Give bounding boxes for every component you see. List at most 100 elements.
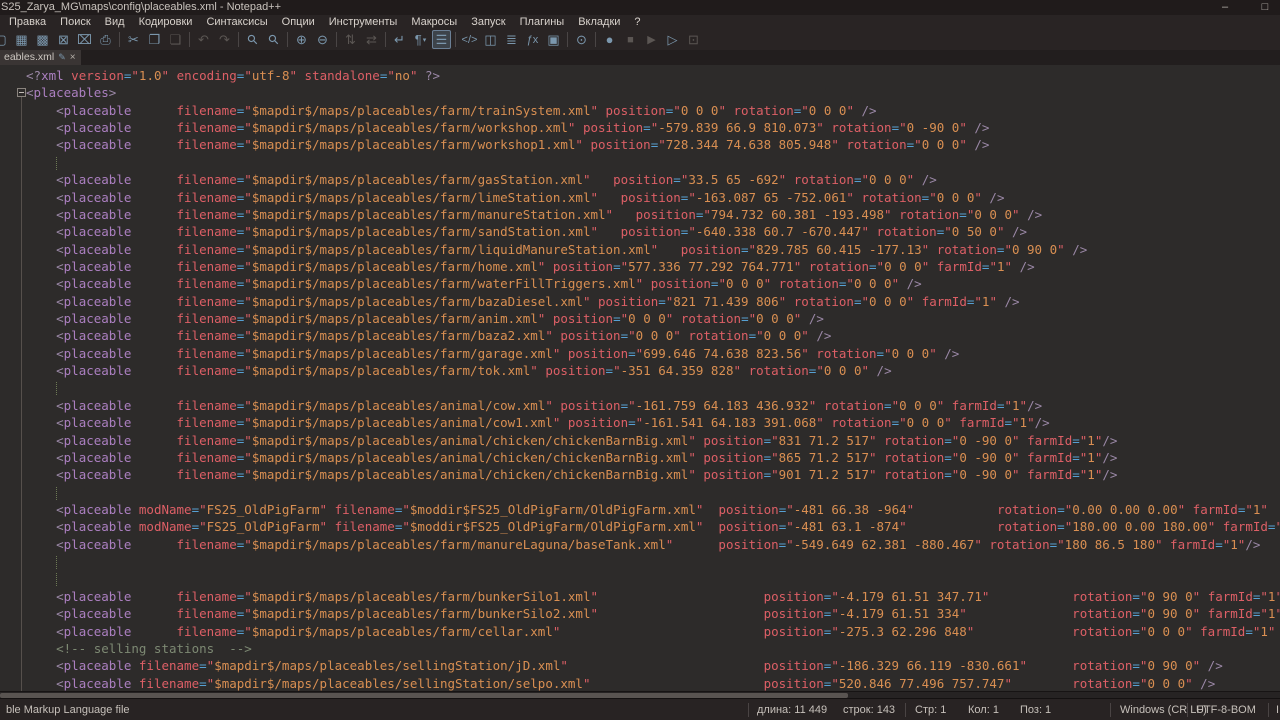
new-file-icon[interactable]: ▢	[0, 30, 10, 49]
code-line[interactable]: <placeable filename="$mapdir$/maps/place…	[26, 623, 1280, 640]
code-line[interactable]: <placeable filename="$mapdir$/maps/place…	[26, 588, 1280, 605]
stop-macro-icon[interactable]: ■	[621, 30, 640, 49]
code-line[interactable]	[26, 379, 1280, 396]
fold-collapse-icon[interactable]	[17, 88, 26, 97]
code-line[interactable]: <placeable filename="$mapdir$/maps/place…	[26, 102, 1280, 119]
cut-icon[interactable]: ✂	[124, 30, 143, 49]
code-line[interactable]: <placeable filename="$mapdir$/maps/place…	[26, 310, 1280, 327]
code-line[interactable]: <placeable filename="$mapdir$/maps/place…	[26, 275, 1280, 292]
code-line[interactable]	[26, 484, 1280, 501]
tab-close-icon[interactable]: ×	[70, 50, 76, 65]
status-encoding[interactable]: UTF-8-BOM	[1196, 699, 1256, 720]
zoom-in-icon[interactable]: ⊕	[292, 30, 311, 49]
code-line[interactable]	[26, 154, 1280, 171]
function-list-icon[interactable]: ƒx	[523, 30, 542, 49]
menu-item-3[interactable]: Кодировки	[132, 15, 200, 29]
tab-bar: eables.xml ✎ ×	[0, 50, 1280, 65]
menu-item-11[interactable]: ?	[627, 15, 647, 29]
tab-placeables-xml[interactable]: eables.xml ✎ ×	[0, 50, 81, 65]
menu-item-10[interactable]: Вкладки	[571, 15, 627, 29]
document-map-icon[interactable]: ◫	[481, 30, 500, 49]
status-eol[interactable]: Windows (CR LF)	[1120, 699, 1207, 720]
copy-icon[interactable]: ❐	[145, 30, 164, 49]
menu-item-6[interactable]: Инструменты	[322, 15, 405, 29]
code-line[interactable]: <placeable filename="$mapdir$/maps/place…	[26, 449, 1280, 466]
code-line[interactable]: <placeable filename="$mapdir$/maps/place…	[26, 293, 1280, 310]
menu-item-7[interactable]: Макросы	[404, 15, 464, 29]
close-tab-icon[interactable]: ⊠	[54, 30, 73, 49]
code-line[interactable]: <placeable filename="$mapdir$/maps/place…	[26, 414, 1280, 431]
toolbar-separator	[119, 32, 120, 47]
indent-guide-icon[interactable]: ☰	[432, 30, 451, 49]
save-icon[interactable]: ▦	[12, 30, 31, 49]
code-line[interactable]: <placeable filename="$mapdir$/maps/place…	[26, 119, 1280, 136]
sync-vertical-scroll-icon[interactable]: ⇅	[341, 30, 360, 49]
undo-icon[interactable]: ↶	[194, 30, 213, 49]
status-bar: ble Markup Language file длина: 11 449 с…	[0, 698, 1280, 720]
replace-icon[interactable]: ⚲	[260, 26, 287, 53]
close-all-tabs-icon[interactable]: ⌧	[75, 30, 94, 49]
toolbar-separator	[287, 32, 288, 47]
code-line[interactable]: <placeable filename="$mapdir$/maps/place…	[26, 362, 1280, 379]
code-line[interactable]: <placeable filename="$mapdir$/maps/place…	[26, 397, 1280, 414]
menu-item-2[interactable]: Вид	[98, 15, 132, 29]
horizontal-scrollbar[interactable]	[0, 691, 1280, 698]
syntax-highlight-icon[interactable]: </>	[460, 30, 479, 49]
code-line[interactable]: <placeable modName="FS25_OldPigFarm" fil…	[26, 518, 1280, 535]
code-line[interactable]: <placeable filename="$mapdir$/maps/place…	[26, 432, 1280, 449]
toolbar-separator	[455, 32, 456, 47]
word-wrap-icon[interactable]: ↵	[390, 30, 409, 49]
code-line[interactable]: <placeable modName="FS25_OldPigFarm" fil…	[26, 501, 1280, 518]
editor-area[interactable]: <?xml version="1.0" encoding="utf-8" sta…	[0, 65, 1280, 691]
save-all-icon[interactable]: ▩	[33, 30, 52, 49]
code-line[interactable]: <placeable filename="$mapdir$/maps/place…	[26, 466, 1280, 483]
show-all-characters-icon[interactable]: ¶▾	[411, 30, 430, 49]
status-col: Кол: 1	[968, 699, 999, 720]
tab-label: eables.xml	[4, 50, 54, 65]
code-line[interactable]: <!-- selling stations -->	[26, 640, 1280, 657]
run-macro-multiple-icon[interactable]: ▷	[663, 30, 682, 49]
menu-item-4[interactable]: Синтаксисы	[199, 15, 274, 29]
code-line[interactable]: <placeable filename="$mapdir$/maps/place…	[26, 327, 1280, 344]
code-line[interactable]: <placeable filename="$mapdir$/maps/place…	[26, 136, 1280, 153]
window-title: S25_Zarya_MG\maps\config\placeables.xml …	[1, 0, 281, 15]
zoom-out-icon[interactable]: ⊖	[313, 30, 332, 49]
sync-horizontal-scroll-icon[interactable]: ⇄	[362, 30, 381, 49]
code-line[interactable]: <placeable filename="$mapdir$/maps/place…	[26, 223, 1280, 240]
status-line: Стр: 1	[915, 699, 946, 720]
code-line[interactable]: <placeable filename="$mapdir$/maps/place…	[26, 675, 1280, 691]
toolbar-separator	[336, 32, 337, 47]
status-length: длина: 11 449	[757, 699, 827, 720]
status-insert-mode[interactable]: I	[1276, 699, 1279, 720]
menu-item-1[interactable]: Поиск	[53, 15, 97, 29]
play-macro-icon[interactable]: ▶	[642, 30, 661, 49]
code-line[interactable]: <placeable filename="$mapdir$/maps/place…	[26, 241, 1280, 258]
menu-item-0[interactable]: Правка	[2, 15, 53, 29]
menu-item-8[interactable]: Запуск	[464, 15, 512, 29]
code-line[interactable]	[26, 570, 1280, 587]
folder-as-workspace-icon[interactable]: ▣	[544, 30, 563, 49]
dropdown-caret-icon[interactable]: ▾	[423, 36, 427, 44]
code-line[interactable]: <placeable filename="$mapdir$/maps/place…	[26, 605, 1280, 622]
maximize-button[interactable]: □	[1250, 0, 1280, 15]
code-line[interactable]	[26, 553, 1280, 570]
document-list-icon[interactable]: ≣	[502, 30, 521, 49]
code-line[interactable]: <placeable filename="$mapdir$/maps/place…	[26, 345, 1280, 362]
code-line[interactable]: <placeable filename="$mapdir$/maps/place…	[26, 189, 1280, 206]
record-macro-icon[interactable]: ●	[600, 30, 619, 49]
code-line[interactable]: <placeable filename="$mapdir$/maps/place…	[26, 258, 1280, 275]
minimize-button[interactable]: –	[1210, 0, 1240, 15]
code-line[interactable]: <placeable filename="$mapdir$/maps/place…	[26, 536, 1280, 553]
redo-icon[interactable]: ↷	[215, 30, 234, 49]
menu-item-9[interactable]: Плагины	[513, 15, 572, 29]
code-line[interactable]: <placeables>	[26, 84, 1280, 101]
print-icon[interactable]: ⎙	[96, 30, 115, 49]
code-line[interactable]: <placeable filename="$mapdir$/maps/place…	[26, 171, 1280, 188]
code-line[interactable]: <placeable filename="$mapdir$/maps/place…	[26, 206, 1280, 223]
menu-item-5[interactable]: Опции	[275, 15, 322, 29]
paste-icon[interactable]: ❏	[166, 30, 185, 49]
code-line[interactable]: <placeable filename="$mapdir$/maps/place…	[26, 657, 1280, 674]
code-line[interactable]: <?xml version="1.0" encoding="utf-8" sta…	[26, 67, 1280, 84]
save-macro-icon[interactable]: ⊡	[684, 30, 703, 49]
monitoring-icon[interactable]: ⊙	[572, 30, 591, 49]
